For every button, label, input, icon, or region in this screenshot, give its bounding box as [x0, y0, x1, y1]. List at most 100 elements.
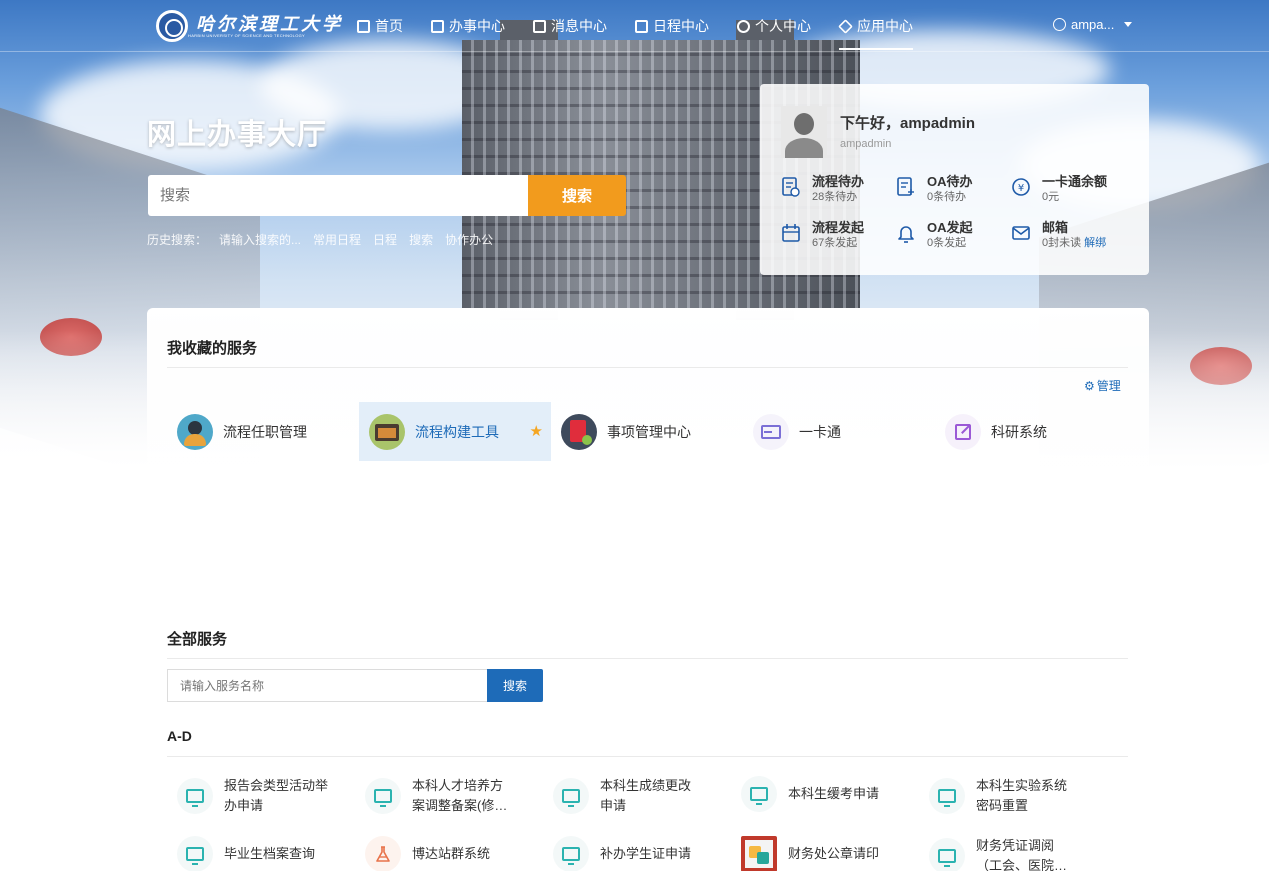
nav-item-label: 首页: [375, 18, 403, 34]
nav-item-message-center[interactable]: 消息中心: [533, 0, 607, 52]
favorite-item[interactable]: 流程任职管理: [167, 402, 359, 461]
service-item[interactable]: 本科生实验系统密码重置: [929, 776, 1117, 816]
service-label: 补办学生证申请: [600, 846, 692, 861]
card-icon: [753, 413, 789, 450]
red-book-icon: [561, 413, 597, 450]
username: ampadmin: [840, 138, 892, 150]
page-title: 网上办事大厅: [147, 119, 328, 151]
stat-oa-todo[interactable]: OA待办 0条待办: [897, 174, 973, 204]
stat-sub: 0条待办: [927, 191, 967, 203]
service-label: 财务凭证调阅（工会、医院…: [976, 838, 1068, 871]
monitor-icon: [553, 836, 589, 871]
favorites-title: 我收藏的服务: [167, 340, 258, 357]
service-item[interactable]: 毕业生档案查询: [177, 836, 365, 871]
history-item[interactable]: 请输入搜索的...: [219, 231, 301, 248]
stat-sub: 0元: [1042, 191, 1060, 203]
person-icon: [737, 19, 750, 33]
monitor-icon: [929, 778, 965, 814]
service-search-input[interactable]: [167, 669, 487, 702]
service-label: 报告会类型活动举办申请: [224, 778, 329, 813]
monitor-icon: [553, 778, 589, 814]
history-item[interactable]: 协作办公: [445, 231, 493, 248]
service-label: 博达站群系统: [412, 846, 491, 861]
favorite-item[interactable]: 流程构建工具 ★: [359, 402, 551, 461]
history-item[interactable]: 搜索: [409, 231, 433, 248]
favorite-item[interactable]: 科研系统: [935, 402, 1127, 461]
layers-icon: [838, 18, 853, 34]
toolbox-icon: [369, 413, 405, 450]
star-icon[interactable]: ★: [530, 422, 543, 440]
flask-icon: [365, 836, 401, 871]
monitor-icon: [929, 838, 965, 871]
stat-title: 邮箱: [1042, 220, 1069, 235]
service-search-button[interactable]: 搜索: [487, 669, 543, 702]
divider: [167, 658, 1128, 659]
favorite-label: 一卡通: [799, 423, 841, 440]
nav-item-label: 个人中心: [755, 18, 811, 34]
monitor-icon: [177, 836, 213, 871]
person-review-icon: [177, 413, 213, 450]
nav-menu: 首页 办事中心 消息中心 日程中心 个人中心 应用中心: [357, 0, 941, 52]
service-item[interactable]: 报告会类型活动举办申请: [177, 776, 365, 816]
favorite-label: 流程任职管理: [223, 423, 307, 440]
nav-item-label: 办事中心: [449, 18, 505, 34]
message-icon: [533, 19, 546, 33]
service-label: 本科生缓考申请: [788, 786, 880, 801]
nav-item-label: 消息中心: [551, 18, 607, 34]
hero-search-input[interactable]: [148, 175, 528, 216]
user-menu-name: ampa...: [1071, 17, 1115, 32]
stat-oa-started[interactable]: OA发起 0条发起: [897, 220, 973, 250]
stat-title: OA发起: [927, 220, 973, 235]
manage-button[interactable]: 管理: [1084, 377, 1121, 394]
yuan-icon: ¥: [1012, 178, 1030, 196]
mail-icon: [1012, 226, 1030, 240]
nav-item-app-center[interactable]: 应用中心: [838, 0, 913, 52]
caret-down-icon: [1124, 22, 1133, 27]
nav-item-label: 应用中心: [857, 18, 913, 34]
history-item[interactable]: 日程: [373, 231, 397, 248]
service-item[interactable]: 本科生成绩更改申请: [553, 776, 741, 816]
stat-card-balance[interactable]: ¥ 一卡通余额 0元: [1012, 174, 1107, 204]
service-item[interactable]: 财务凭证调阅（工会、医院…: [929, 836, 1117, 871]
stat-sub: 0封未读 解绑: [1042, 236, 1106, 250]
service-item[interactable]: 财务处公章请印: [741, 836, 929, 871]
group-heading: A-D: [167, 728, 192, 744]
user-menu[interactable]: ampa...: [1053, 17, 1133, 32]
service-item[interactable]: 本科生缓考申请: [741, 776, 929, 812]
service-label: 毕业生档案查询: [224, 846, 316, 861]
service-item[interactable]: 补办学生证申请: [553, 836, 741, 871]
service-item[interactable]: 博达站群系统: [365, 836, 553, 871]
divider: [167, 756, 1128, 757]
stat-process-todo[interactable]: 流程待办 28条待办: [782, 174, 864, 204]
unbind-link[interactable]: 解绑: [1084, 237, 1106, 249]
divider: [167, 367, 1128, 368]
nav-item-label: 日程中心: [653, 18, 709, 34]
stat-sub: 0条发起: [927, 237, 967, 249]
stat-sub-text: 0封未读: [1042, 237, 1082, 249]
bank-icon: [357, 19, 370, 33]
favorite-services-panel: 我收藏的服务 管理 流程任职管理 流程构建工具 ★ 事项管理中心 一卡通: [147, 308, 1149, 470]
doc-plus-icon: [897, 177, 914, 196]
service-item[interactable]: 本科人才培养方案调整备案(修…: [365, 776, 553, 816]
history-item[interactable]: 常用日程: [313, 231, 361, 248]
nav-item-personal-center[interactable]: 个人中心: [737, 0, 811, 52]
form-icon: [431, 19, 444, 33]
doc-clock-icon: [782, 177, 800, 197]
university-logo[interactable]: 哈尔滨理工大学 HARBIN UNIVERSITY OF SCIENCE AND…: [156, 10, 343, 42]
user-info-card: 下午好，ampadmin ampadmin 流程待办 28条待办 OA待办 0条待办…: [760, 84, 1149, 275]
hero-search-button[interactable]: 搜索: [528, 175, 626, 216]
nav-item-home[interactable]: 首页: [357, 0, 403, 52]
nav-item-schedule-center[interactable]: 日程中心: [635, 0, 709, 52]
stat-process-started[interactable]: 流程发起 67条发起: [782, 220, 864, 250]
favorite-item[interactable]: 一卡通: [743, 402, 935, 461]
stat-sub: 28条待办: [812, 191, 858, 203]
favorite-item[interactable]: 事项管理中心: [551, 402, 743, 461]
history-label: 历史搜索：: [147, 233, 208, 247]
service-label: 本科生实验系统密码重置: [976, 778, 1068, 813]
nav-item-service-center[interactable]: 办事中心: [431, 0, 505, 52]
favorite-label: 科研系统: [991, 423, 1047, 440]
favorite-label: 流程构建工具: [415, 423, 499, 440]
service-label: 本科生成绩更改申请: [600, 778, 692, 813]
stat-mailbox[interactable]: 邮箱 0封未读 解绑: [1012, 220, 1106, 250]
top-navbar: 哈尔滨理工大学 HARBIN UNIVERSITY OF SCIENCE AND…: [0, 0, 1269, 52]
